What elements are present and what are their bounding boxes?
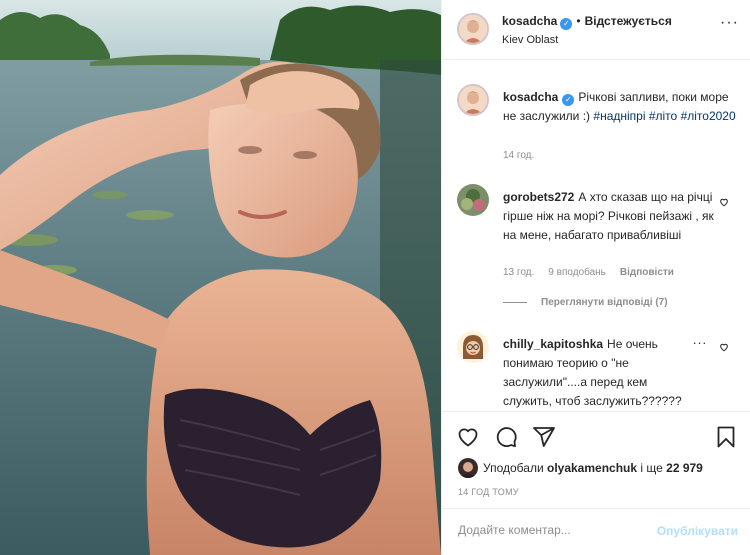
caption-text-block: kosadcha ✓ Річкові запливи, поки море не з… [503,88,737,126]
comment-text-block: chilly_kapitoshka Не очень понимаю теорию… [503,335,687,411]
add-comment-bar: Опублікувати [442,508,750,555]
comment-icon[interactable] [494,425,518,449]
likes-summary: Уподобали olyakamenchuk і ще 22 979 [483,461,703,475]
separator-dot: • [576,14,581,28]
comment-username[interactable]: gorobets272 [503,190,574,204]
comment-time[interactable]: 13 год. [503,267,534,278]
hashtag-link[interactable]: #лiто2020 [681,109,736,123]
post-time[interactable]: 14 ГОД ТОМУ [458,487,519,497]
post-sidebar: kosadcha ✓ • Відстежується Kiev Oblast ··· … [441,0,750,555]
caption-avatar[interactable] [457,84,489,116]
likes-count[interactable]: 22 979 [666,461,703,475]
post-header: kosadcha ✓ • Відстежується Kiev Oblast ··· [442,0,750,60]
post-location[interactable]: Kiev Oblast [502,34,558,46]
comment-text-block: gorobets272 А хто сказав що на річці гірш… [503,188,719,245]
follow-status-button[interactable]: Відстежується [585,14,672,28]
more-options-icon[interactable]: ··· [720,14,739,32]
verified-badge-icon: ✓ [562,94,575,106]
commenter-avatar[interactable] [457,184,489,216]
bookmark-icon[interactable] [714,425,738,449]
instagram-post-modal: kosadcha ✓ • Відстежується Kiev Oblast ··· … [0,0,750,555]
view-replies-label: Переглянути відповіді (7) [541,297,668,308]
view-replies-button[interactable]: Переглянути відповіді (7) [503,297,668,308]
replies-dash [503,301,527,303]
post-image [0,0,441,555]
post-photo[interactable] [0,0,441,555]
author-avatar[interactable] [457,13,489,45]
hashtag-link[interactable]: #лiто [649,109,677,123]
comment-more-icon[interactable]: ··· [693,335,708,350]
caption-timestamp[interactable]: 14 год. [503,150,534,161]
liker-username[interactable]: olyakamenchuk [547,461,637,475]
comment-likes[interactable]: 9 вподобань [548,267,606,278]
comment-input[interactable] [458,523,658,537]
caption-time: 14 год. [503,150,548,161]
likes-prefix: Уподобали [483,461,544,475]
author-username[interactable]: kosadcha [502,14,557,28]
reply-button[interactable]: Відповісти [620,267,674,278]
comment-like-heart-icon[interactable] [719,341,729,352]
comment-username[interactable]: chilly_kapitoshka [503,337,603,351]
post-comment-button[interactable]: Опублікувати [657,524,738,538]
comment-like-heart-icon[interactable] [719,196,729,207]
comment-meta: 13 год. 9 вподобань Відповісти [503,267,688,278]
header-line: kosadcha ✓ • Відстежується [502,14,672,30]
verified-badge-icon: ✓ [560,18,573,30]
hashtag-link[interactable]: #наднiпрi [593,109,645,123]
liker-avatar[interactable] [458,458,478,478]
share-icon[interactable] [532,425,556,449]
heart-icon[interactable] [456,425,480,449]
commenter-avatar[interactable] [457,331,489,363]
caption-username[interactable]: kosadcha [503,90,558,104]
likes-middle: і ще [640,461,663,475]
